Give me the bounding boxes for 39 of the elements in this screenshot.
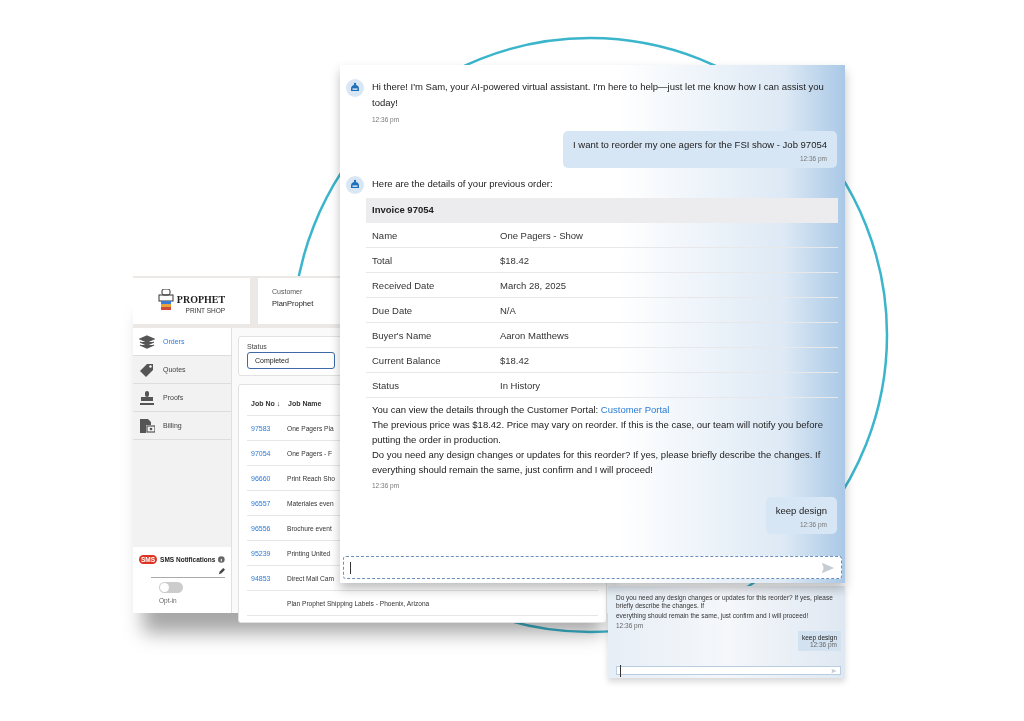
phone-field[interactable] — [151, 568, 225, 578]
chatbot-avatar-icon — [346, 176, 364, 194]
invoice-icon — [139, 418, 155, 433]
message-text: Hi there! I'm Sam, your AI-powered virtual assistant. I'm here to help—just let me know how I can assist you today! — [372, 80, 825, 110]
customer-portal-link[interactable]: Customer Portal — [600, 404, 670, 415]
logo-name: PROPHET — [176, 293, 226, 305]
chatbot-avatar-icon — [346, 79, 364, 97]
field-value: Aaron Matthews — [499, 329, 570, 341]
tag-icon — [139, 362, 155, 377]
field-label: Due Date — [371, 304, 414, 316]
field-value: In History — [499, 379, 542, 391]
field-value: March 28, 2025 — [499, 279, 567, 291]
field-label: Received Date — [371, 279, 436, 291]
message-text: The previous price was $18.42. Price may vary on reorder. If this is the case, our team will notify you before putting the order in production. — [372, 418, 824, 447]
stamp-icon — [139, 390, 155, 405]
field-value: N/A — [499, 304, 517, 316]
message-text: I want to reorder my one agers for the FSI show - Job 97054 — [573, 139, 827, 150]
opt-in-toggle[interactable] — [159, 582, 183, 593]
printer-mascot-icon — [157, 289, 174, 313]
message-text: Do you need any design changes or updates for this reorder? If yes, please briefly describe the changes. If everything should remain the same, just confirm and I will proceed! — [372, 448, 822, 477]
field-value: One Pagers - Show — [499, 229, 584, 241]
message-text: You can view the details through the Customer Portal: Customer Portal — [372, 403, 671, 417]
message-input[interactable] — [616, 666, 841, 675]
pencil-icon[interactable] — [218, 568, 225, 575]
info-icon — [218, 556, 225, 563]
message-text: keep design — [775, 505, 827, 516]
send-icon[interactable] — [821, 560, 835, 575]
field-label: Status — [371, 379, 400, 391]
field-value: $18.42 — [499, 354, 531, 366]
message-text: Here are the details of your previous order: — [372, 177, 554, 191]
field-value: $18.42 — [499, 254, 531, 266]
send-icon[interactable] — [831, 667, 837, 674]
field-label: Total — [371, 254, 394, 266]
layers-icon — [139, 334, 155, 349]
field-label: Current Balance — [371, 354, 442, 366]
field-label: Name — [371, 229, 399, 241]
invoice-title: Invoice 97054 — [366, 198, 838, 223]
message-input[interactable] — [343, 556, 842, 579]
field-label: Buyer's Name — [371, 329, 433, 341]
